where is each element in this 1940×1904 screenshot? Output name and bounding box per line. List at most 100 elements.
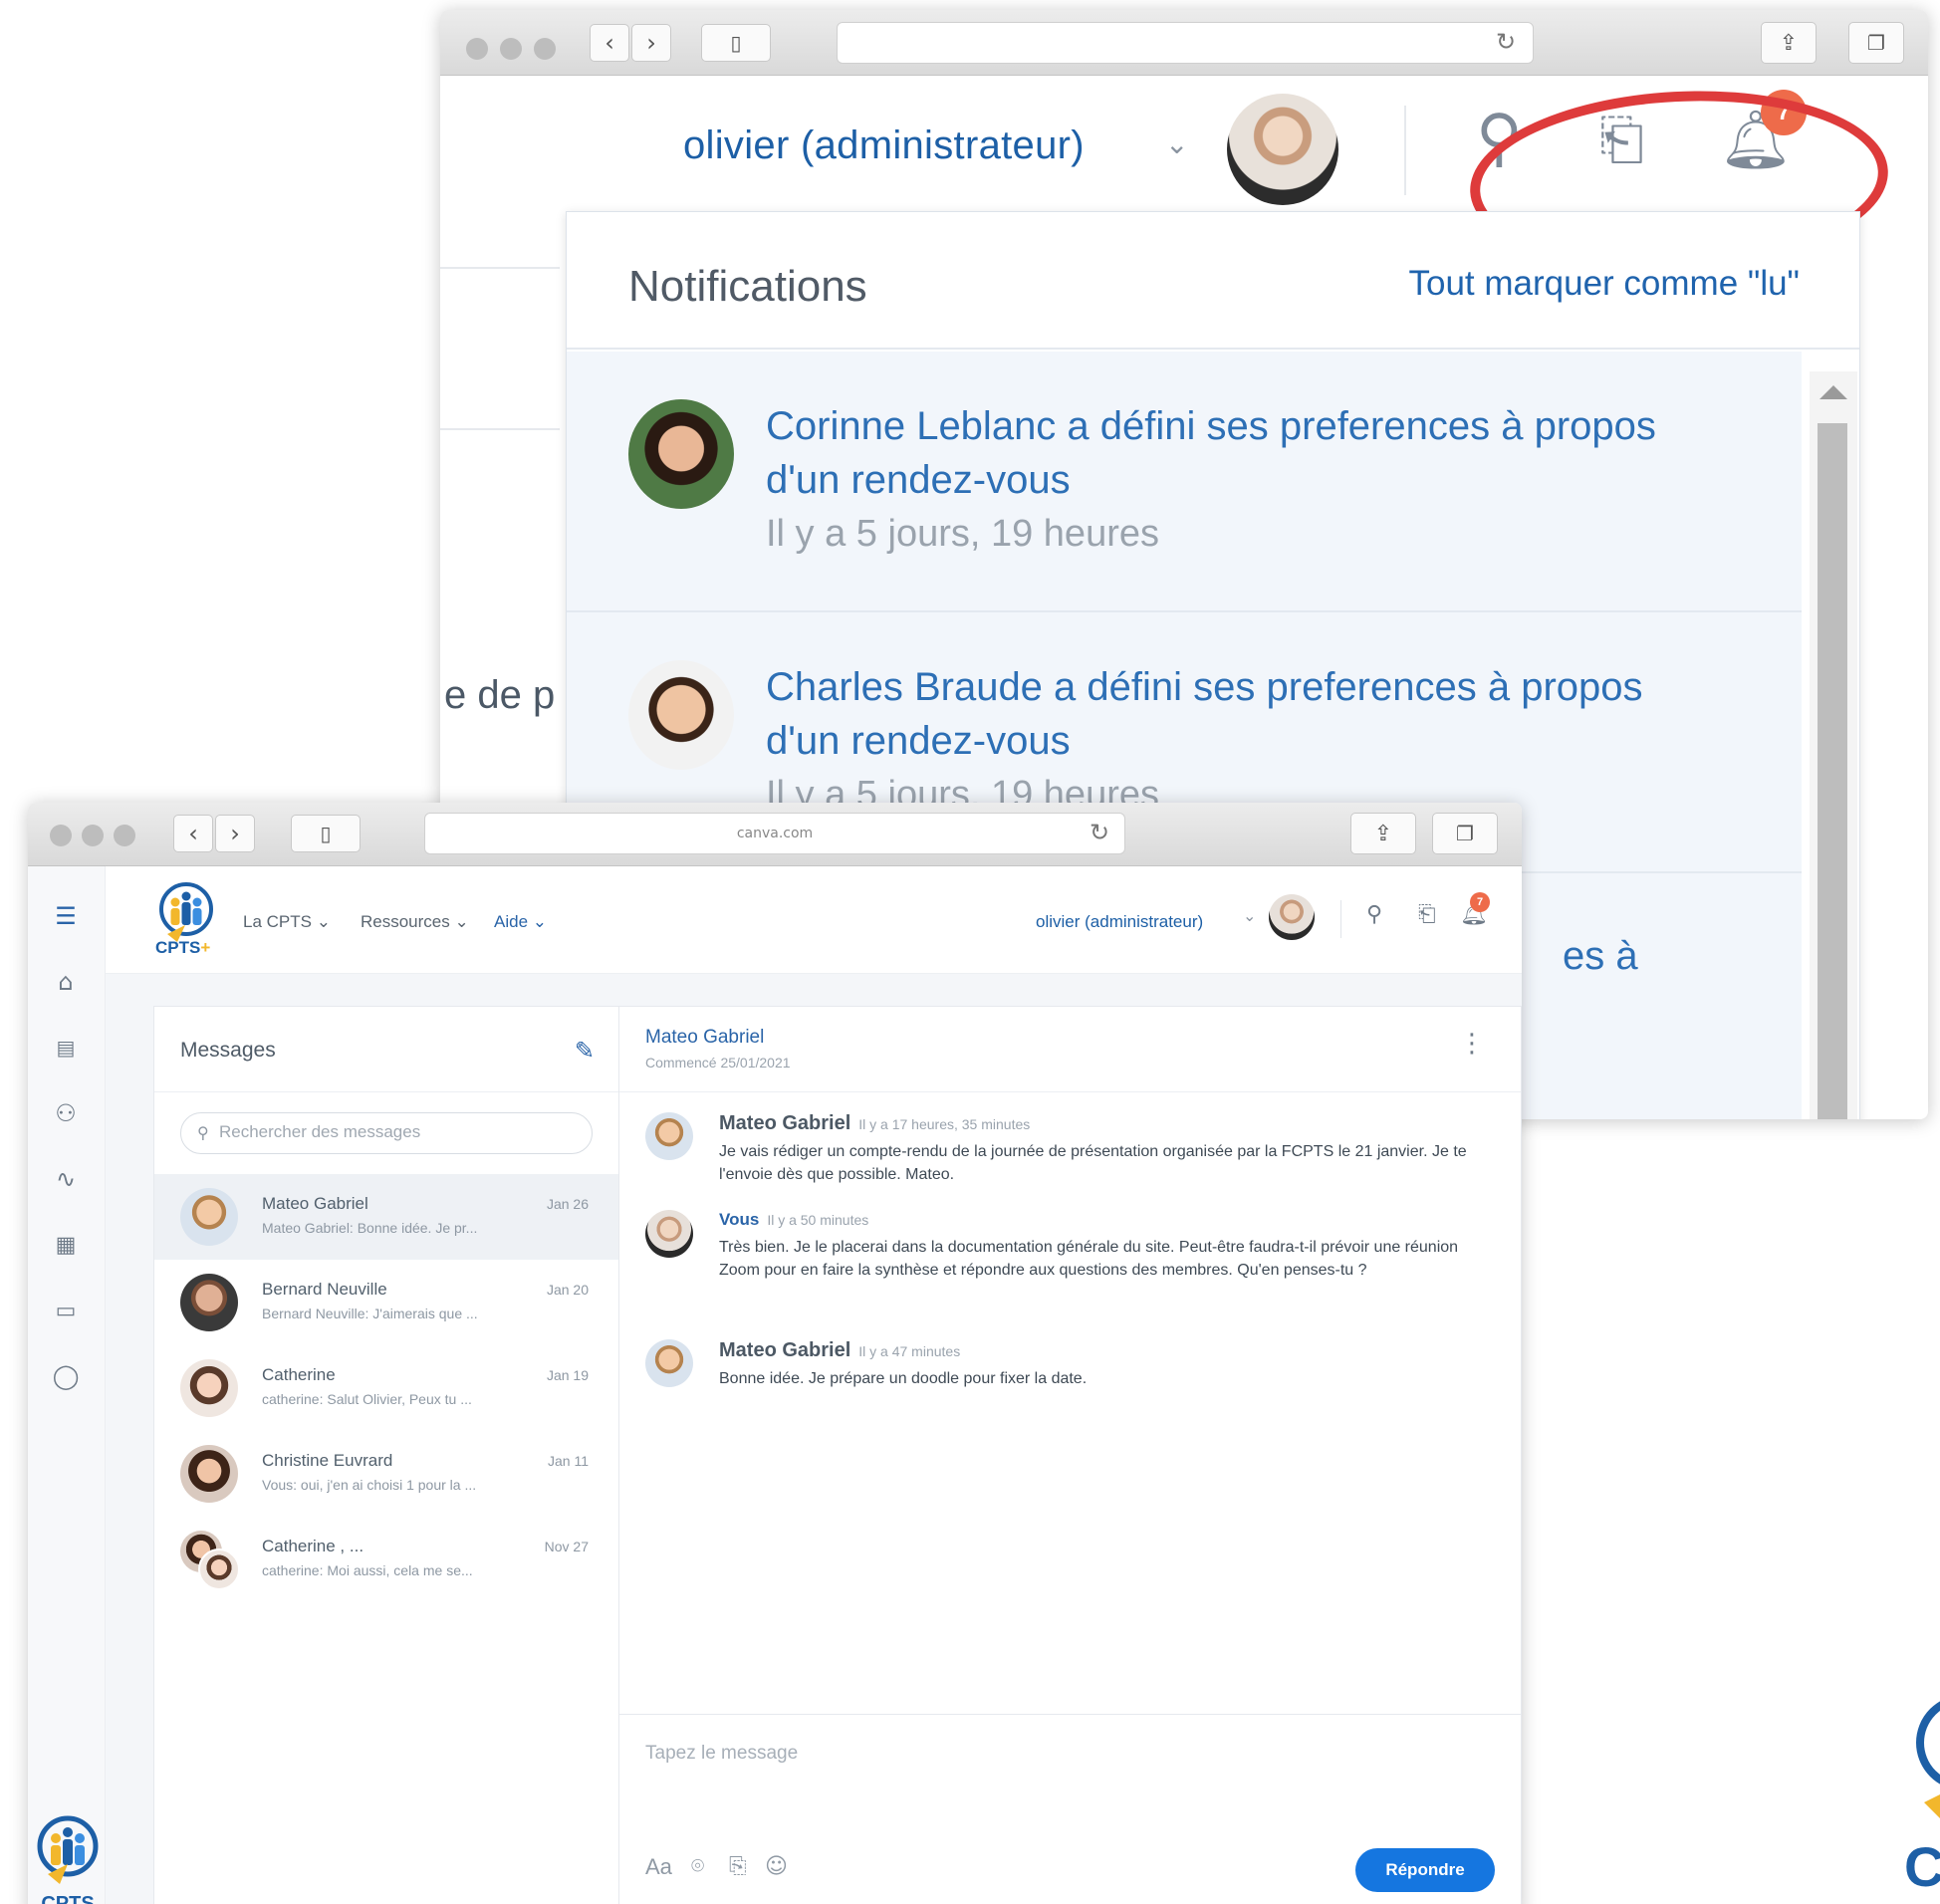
thread-started-date: Commencé 25/01/2021 bbox=[645, 1055, 791, 1071]
home-icon[interactable]: ⌂ bbox=[46, 962, 86, 1002]
camera-icon[interactable]: ⌾ bbox=[691, 1854, 704, 1879]
window-close-dot[interactable] bbox=[466, 38, 488, 60]
avatar[interactable] bbox=[1227, 94, 1338, 205]
address-bar[interactable] bbox=[837, 22, 1534, 64]
back-icon[interactable]: ‹ bbox=[590, 24, 629, 62]
thread-title[interactable]: Mateo Gabriel bbox=[645, 1027, 764, 1049]
avatar bbox=[645, 1339, 693, 1387]
menu-icon[interactable]: ☰ bbox=[46, 896, 86, 936]
message-author: Mateo Gabriel Il y a 47 minutes bbox=[719, 1339, 960, 1362]
logo-text-plus: + bbox=[200, 938, 211, 957]
share-icon[interactable]: ⇪ bbox=[1761, 22, 1817, 64]
contact-card-icon[interactable]: ▤ bbox=[46, 1028, 86, 1068]
nav-menu-la-cpts[interactable]: La CPTS ⌄ bbox=[243, 912, 331, 932]
conversation-date: Jan 20 bbox=[546, 1282, 589, 1298]
nav-menu-aide[interactable]: Aide ⌄ bbox=[494, 912, 547, 932]
divider bbox=[1340, 900, 1341, 938]
message-author-name: Mateo Gabriel bbox=[719, 1112, 851, 1134]
logo-text: CPTS bbox=[41, 1893, 95, 1904]
nav-menu-ressources[interactable]: Ressources ⌄ bbox=[361, 912, 469, 932]
window-minimize-dot[interactable] bbox=[500, 38, 522, 60]
reload-icon[interactable]: ↻ bbox=[1496, 28, 1516, 56]
avatar bbox=[198, 1548, 240, 1590]
messages-header: Messages ✎ bbox=[154, 1007, 618, 1092]
text-format-button[interactable]: Aa bbox=[645, 1854, 672, 1880]
window-close-dot[interactable] bbox=[50, 825, 72, 846]
logo-mark-icon bbox=[159, 882, 213, 942]
logo-mark-icon bbox=[37, 1815, 99, 1884]
message-body: Bonne idée. Je prépare un doodle pour fi… bbox=[719, 1370, 1088, 1387]
conversation-date: Jan 11 bbox=[548, 1453, 589, 1469]
corner-logo: C bbox=[1904, 1683, 1940, 1904]
emoji-icon[interactable]: ☺ bbox=[765, 1854, 788, 1879]
notification-text: Corinne Leblanc a défini ses preferences… bbox=[766, 404, 1656, 502]
search-input[interactable] bbox=[219, 1122, 578, 1142]
attachment-icon[interactable]: ⎘ bbox=[729, 1854, 747, 1879]
avatar[interactable] bbox=[1269, 894, 1315, 940]
sidebar-toggle-icon[interactable]: ▯ bbox=[291, 815, 361, 852]
activity-icon[interactable]: ∿ bbox=[46, 1159, 86, 1199]
message-author-name: Vous bbox=[719, 1210, 760, 1229]
conversation-preview: catherine: Moi aussi, cela me se... bbox=[262, 1562, 473, 1578]
more-options-icon[interactable]: ⋮ bbox=[1459, 1029, 1485, 1059]
forward-icon[interactable]: › bbox=[631, 24, 671, 62]
inbox-icon[interactable]: ⎗ bbox=[1418, 902, 1436, 927]
avatar bbox=[180, 1188, 238, 1246]
corner-logo-text: C bbox=[1904, 1835, 1940, 1898]
window-minimize-dot[interactable] bbox=[82, 825, 104, 846]
search-icon[interactable]: ⚲ bbox=[1366, 902, 1382, 927]
window-maximize-dot[interactable] bbox=[114, 825, 135, 846]
conversation-item[interactable]: Mateo Gabriel Mateo Gabriel: Bonne idée.… bbox=[154, 1174, 618, 1260]
scroll-up-icon[interactable] bbox=[1819, 385, 1847, 399]
message: Vous Il y a 50 minutes Très bien. Je le p… bbox=[645, 1210, 1492, 1319]
message-body: Je vais rédiger un compte-rendu de la jo… bbox=[719, 1143, 1467, 1183]
conversation-item[interactable]: Catherine catherine: Salut Olivier, Peux… bbox=[154, 1345, 618, 1431]
avatar bbox=[628, 660, 734, 770]
chevron-down-icon[interactable]: ⌄ bbox=[1165, 127, 1188, 160]
conversation-item[interactable]: Bernard Neuville Bernard Neuville: J'aim… bbox=[154, 1260, 618, 1345]
reply-button[interactable]: Répondre bbox=[1355, 1848, 1495, 1892]
message-input[interactable] bbox=[645, 1743, 1492, 1802]
notification-time: Il y a 5 jours, 19 heures bbox=[766, 513, 1159, 555]
forward-icon[interactable]: › bbox=[215, 815, 255, 852]
conversation-name: Christine Euvrard bbox=[262, 1451, 393, 1470]
conversation-item[interactable]: Christine Euvrard Vous: oui, j'en ai cho… bbox=[154, 1431, 618, 1517]
notification-badge: 7 bbox=[1470, 892, 1490, 912]
conversation-list-pane: Messages ✎ ⚲ Mateo Gabriel Mateo Gabriel… bbox=[153, 1006, 619, 1904]
search-icon: ⚲ bbox=[197, 1123, 209, 1142]
tabs-icon[interactable]: ❐ bbox=[1432, 813, 1498, 854]
logo[interactable]: CPTS bbox=[34, 1812, 102, 1904]
users-icon[interactable]: ⚇ bbox=[46, 1093, 86, 1133]
back-icon[interactable]: ‹ bbox=[173, 815, 213, 852]
calendar-icon[interactable]: ▦ bbox=[46, 1225, 86, 1265]
main-content: Messages ✎ ⚲ Mateo Gabriel Mateo Gabriel… bbox=[106, 974, 1522, 1904]
user-menu-label[interactable]: olivier (administrateur) bbox=[1036, 912, 1203, 932]
folder-icon[interactable]: ▭ bbox=[46, 1291, 86, 1330]
zoomed-app-header: olivier (administrateur) ⌄ ⚲ ⎗ 🔔︎ 7 bbox=[440, 76, 1928, 282]
avatar bbox=[645, 1210, 693, 1258]
conversation-preview: Mateo Gabriel: Bonne idée. Je pr... bbox=[262, 1220, 478, 1236]
scrollbar[interactable] bbox=[1810, 371, 1857, 1119]
message-author: Mateo Gabriel Il y a 17 heures, 35 minute… bbox=[719, 1112, 1030, 1135]
window-maximize-dot[interactable] bbox=[534, 38, 556, 60]
logo-mark-icon bbox=[1916, 1701, 1940, 1818]
notifications-header: Notifications Tout marquer comme "lu" bbox=[567, 212, 1859, 350]
compose-icon[interactable]: ✎ bbox=[575, 1037, 595, 1065]
search-box: ⚲ bbox=[180, 1112, 593, 1154]
top-navigation: CPTS+ La CPTS ⌄ Ressources ⌄ Aide ⌄ oliv… bbox=[106, 866, 1522, 974]
tabs-icon[interactable]: ❐ bbox=[1848, 22, 1904, 64]
conversation-item[interactable]: Catherine , ... catherine: Moi aussi, ce… bbox=[154, 1517, 618, 1602]
sidebar-toggle-icon[interactable]: ▯ bbox=[701, 24, 771, 62]
chevron-down-icon[interactable]: ⌄ bbox=[1243, 906, 1256, 925]
notification-item[interactable]: Corinne Leblanc a défini ses preferences… bbox=[567, 352, 1802, 612]
scrollbar-thumb[interactable] bbox=[1818, 423, 1847, 1119]
user-menu-label[interactable]: olivier (administrateur) bbox=[683, 123, 1085, 168]
mark-all-read-link[interactable]: Tout marquer comme "lu" bbox=[1409, 264, 1801, 304]
conversation-preview: Vous: oui, j'en ai choisi 1 pour la ... bbox=[262, 1477, 477, 1493]
address-bar[interactable]: canva.com bbox=[424, 813, 1125, 854]
share-icon[interactable]: ⇪ bbox=[1350, 813, 1416, 854]
chat-icon[interactable]: ◯ bbox=[46, 1356, 86, 1396]
message-time: Il y a 17 heures, 35 minutes bbox=[858, 1116, 1031, 1132]
reload-icon[interactable]: ↻ bbox=[1090, 819, 1109, 846]
notification-text: es à bbox=[1563, 934, 1638, 978]
